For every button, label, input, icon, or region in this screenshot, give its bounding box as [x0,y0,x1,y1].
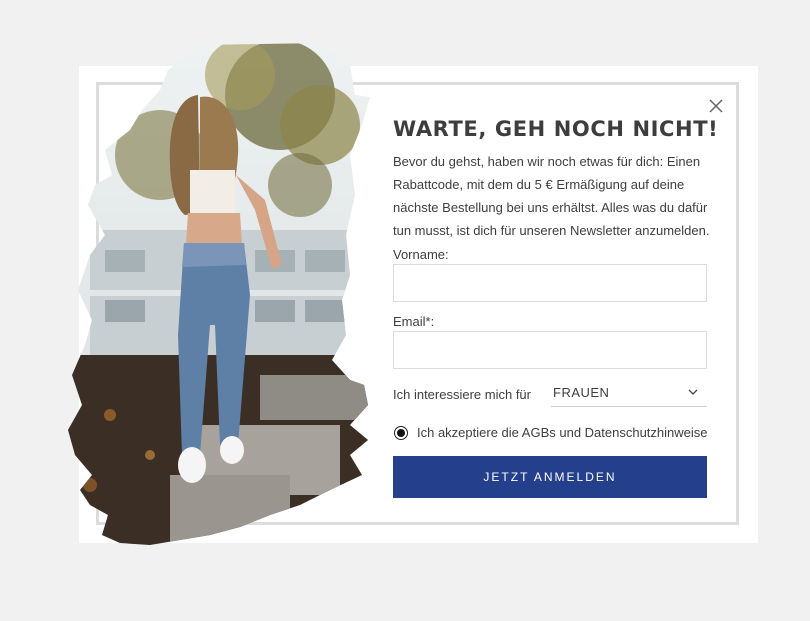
consent-radio[interactable] [394,426,408,440]
popup-content: WARTE, GEH NOCH NICHT! Bevor du gehst, h… [393,114,719,242]
hero-photo [68,43,370,545]
subscribe-button[interactable]: JETZT ANMELDEN [393,456,707,498]
interest-select[interactable]: FRAUEN [551,380,707,407]
firstname-label: Vorname: [393,247,449,262]
chevron-down-icon [688,389,698,395]
popup-description: Bevor du gehst, haben wir noch etwas für… [393,154,710,238]
interest-selected-value: FRAUEN [553,385,610,400]
interest-label: Ich interessiere mich für [393,387,531,402]
email-label: Email*: [393,314,435,329]
close-icon[interactable] [704,94,728,118]
firstname-input[interactable] [393,264,707,302]
popup-headline: WARTE, GEH NOCH NICHT! [393,117,719,141]
consent-label: Ich akzeptiere die AGBs und Datenschutzh… [417,425,708,440]
email-input[interactable] [393,331,707,369]
